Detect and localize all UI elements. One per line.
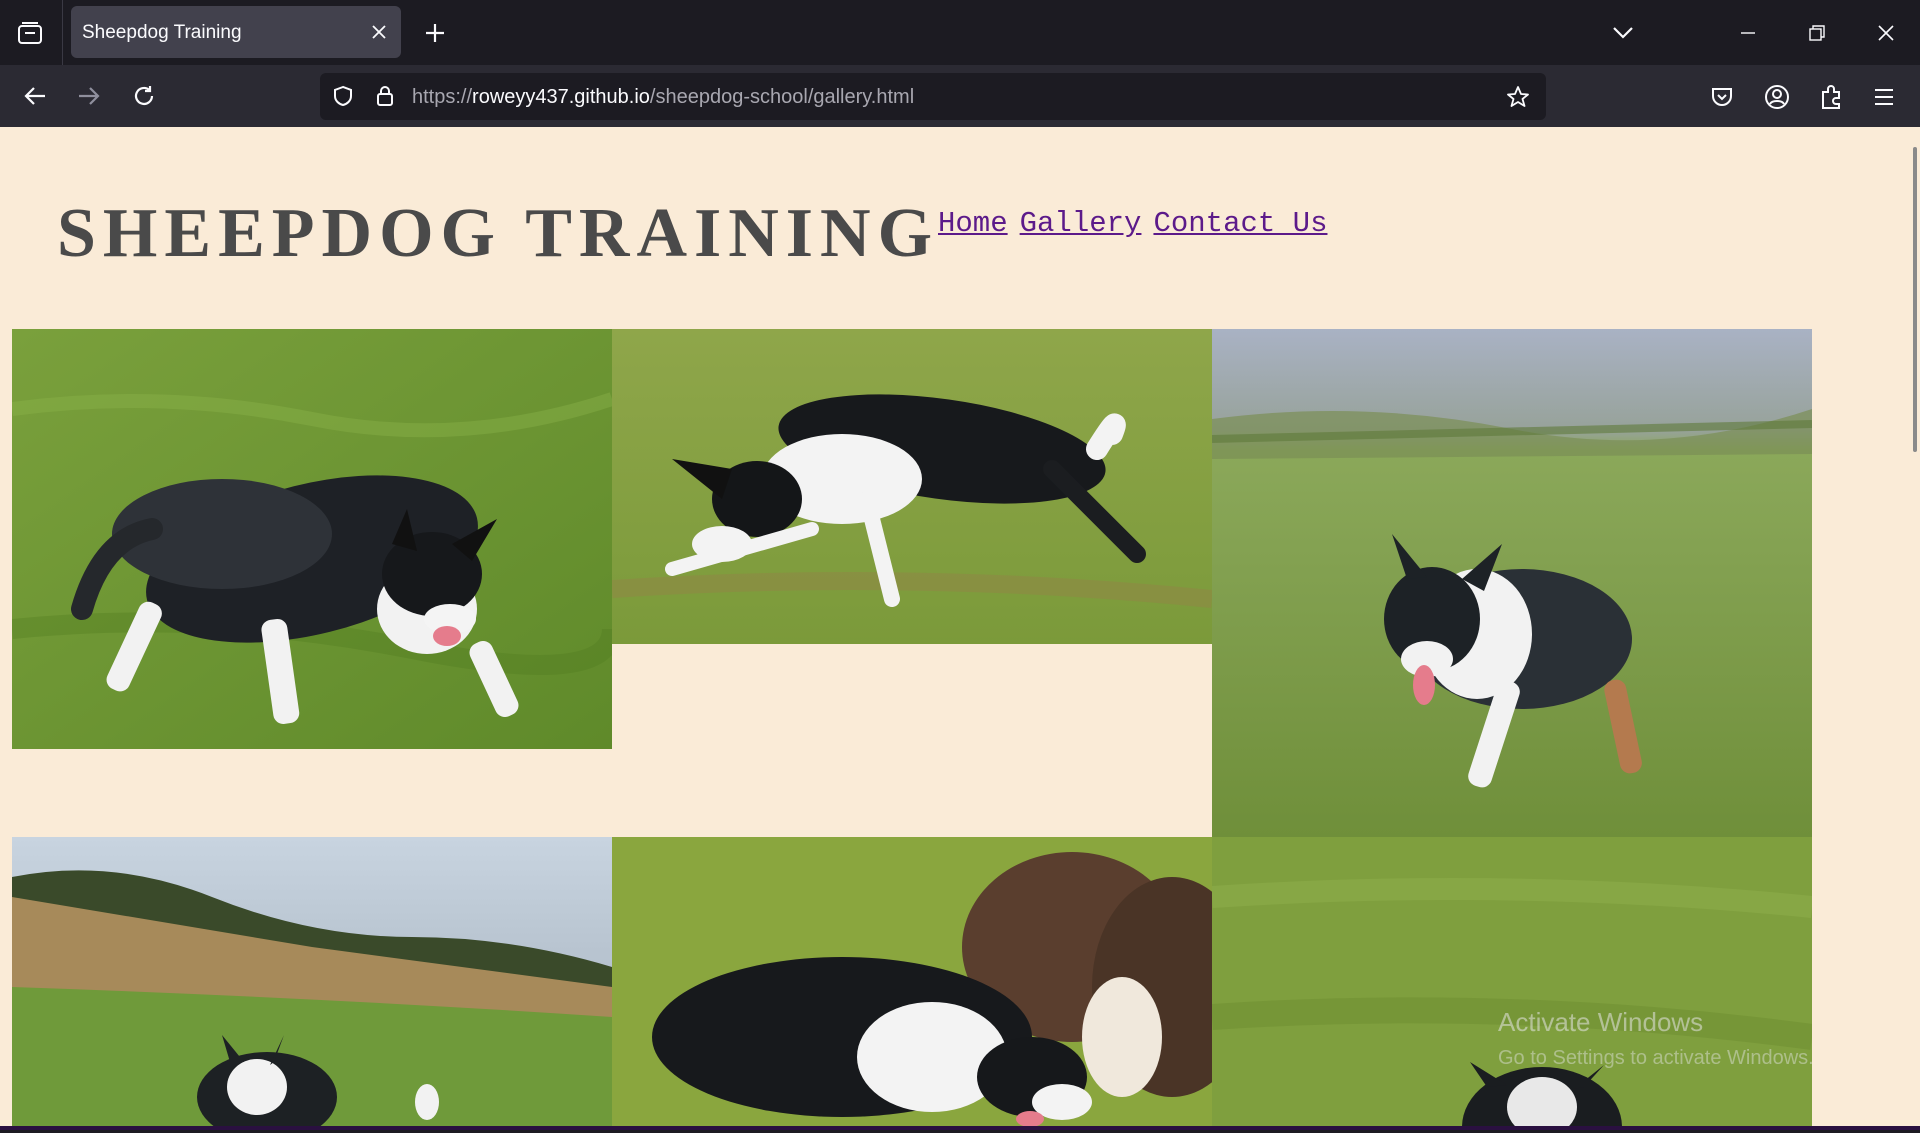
url-scheme: https:// [412,86,473,108]
account-icon[interactable] [1760,80,1794,114]
gallery-photo-4 [12,837,612,1126]
url-text[interactable]: https://roweyy437.github.io/sheepdog-sch… [412,86,914,109]
site-nav: Home Gallery Contact Us [938,207,1339,240]
taskbar-edge [0,1126,1920,1133]
taskbar-accent [0,1126,1920,1130]
lock-icon[interactable] [372,83,398,109]
gallery-photo-6 [1212,837,1812,1126]
list-all-tabs-chevron-icon[interactable] [1608,18,1638,48]
url-path: /sheepdog-school/gallery.html [649,86,915,108]
restore-icon[interactable] [1800,16,1834,50]
gallery-photo-3 [1212,329,1812,837]
gallery-photo-2 [612,329,1212,644]
close-window-icon[interactable] [1869,16,1903,50]
nav-link-contact-us[interactable]: Contact Us [1153,207,1327,240]
new-tab-icon[interactable] [420,18,450,48]
back-arrow-icon[interactable] [17,78,53,114]
scrollbar-thumb[interactable] [1913,147,1917,452]
reload-icon[interactable] [126,78,162,114]
tab-bar: Sheepdog Training [0,0,1920,65]
url-host: roweyy437.github.io [472,86,650,108]
site-title: SHEEPDOG TRAINING [57,195,940,272]
page-viewport: SHEEPDOG TRAINING Home Gallery Contact Us [0,127,1920,1126]
address-bar[interactable]: https://roweyy437.github.io/sheepdog-sch… [320,73,1546,120]
active-tab[interactable]: Sheepdog Training [71,6,401,58]
tracking-protection-shield-icon[interactable] [330,83,356,109]
activate-windows-subtitle: Go to Settings to activate Windows. [1498,1047,1814,1069]
forward-arrow-icon[interactable] [71,78,107,114]
bookmark-star-icon[interactable] [1504,83,1532,111]
pocket-icon[interactable] [1705,80,1739,114]
tab-title: Sheepdog Training [82,22,242,43]
hamburger-menu-icon[interactable] [1867,80,1901,114]
tab-list-icon[interactable] [12,18,48,48]
nav-link-gallery[interactable]: Gallery [1020,207,1142,240]
tab-separator [62,0,63,65]
close-tab-icon[interactable] [367,20,391,44]
activate-windows-title: Activate Windows [1498,1007,1704,1037]
gallery-photo-5 [612,837,1212,1126]
page-scrollbar[interactable] [1900,127,1920,1126]
extensions-puzzle-icon[interactable] [1814,80,1848,114]
nav-link-home[interactable]: Home [938,207,1008,240]
minimize-icon[interactable] [1731,16,1765,50]
gallery-photo-1 [12,329,612,749]
